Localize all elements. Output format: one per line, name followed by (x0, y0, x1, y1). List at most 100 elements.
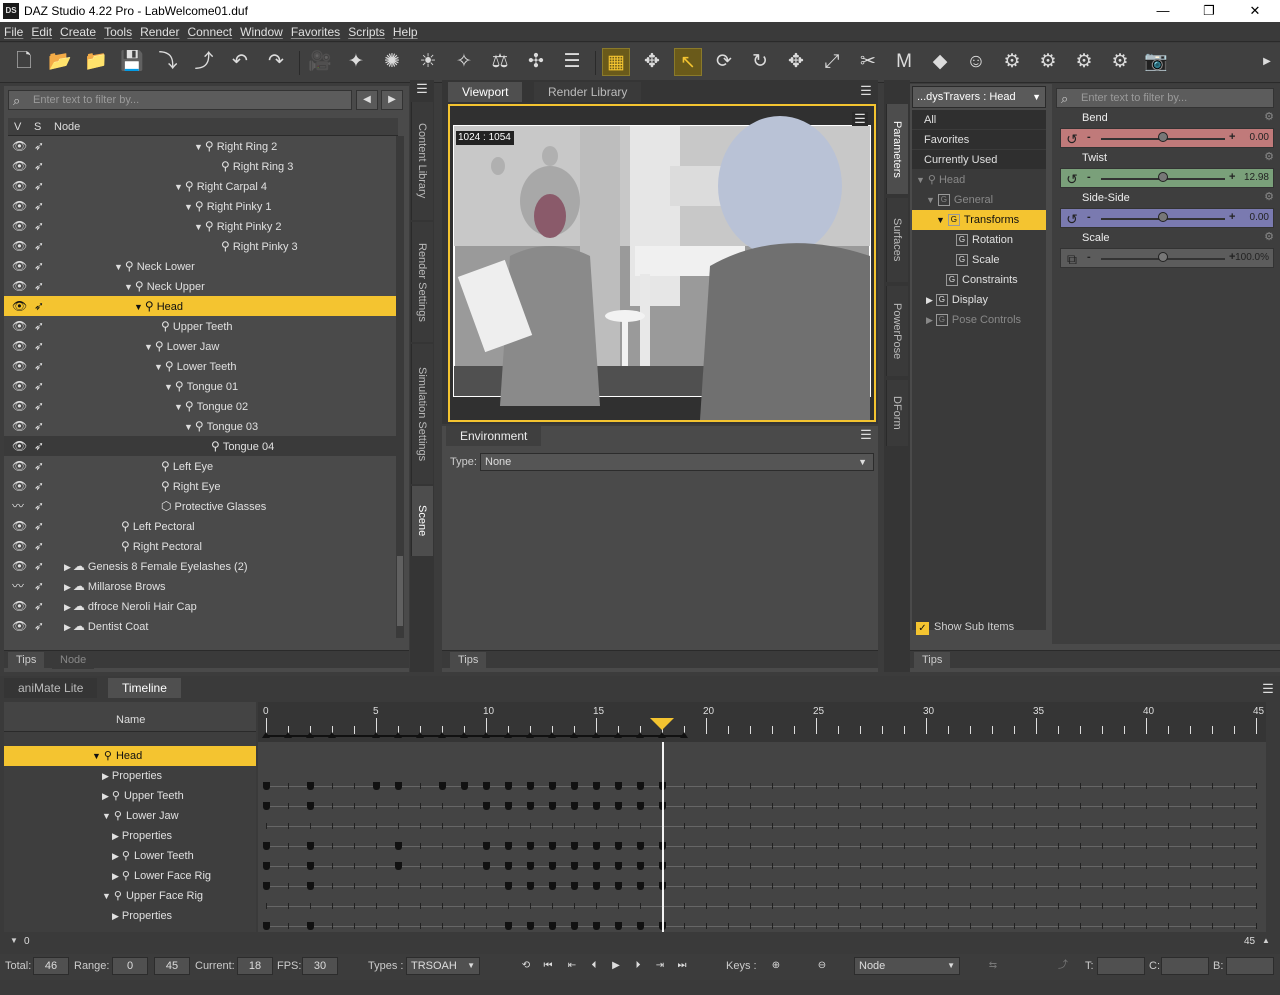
distant-light-icon[interactable]: ☀ (414, 48, 442, 76)
current-frame-input[interactable]: 18 (237, 957, 273, 975)
visibility-eye-icon[interactable]: 👁 (12, 556, 27, 576)
gear-icon[interactable]: ⚙ (1264, 230, 1274, 243)
summary-keyframe-marker[interactable] (284, 732, 292, 738)
keyframe-marker[interactable] (593, 802, 600, 810)
expand-down-icon[interactable]: ▼ (174, 182, 183, 192)
keyframe-marker[interactable] (395, 862, 402, 870)
scale-slider[interactable]: Scale ⚙ ⧉ - +100.0% (1058, 230, 1274, 270)
go-to-start-icon[interactable]: ⏮ (538, 957, 558, 975)
keyframe-marker[interactable] (637, 782, 644, 790)
summary-keyframe-marker[interactable] (680, 732, 688, 738)
undo-icon[interactable]: ↶ (226, 48, 254, 76)
tab-dform[interactable]: DForm (886, 380, 908, 446)
keyframe-marker[interactable] (307, 802, 314, 810)
create-camera-icon[interactable]: 🎥 (306, 48, 334, 76)
menu-favorites[interactable]: Favorites (287, 22, 344, 42)
filter-next-button[interactable]: ▶ (381, 90, 403, 110)
fps-input[interactable]: 30 (302, 957, 338, 975)
expand-down-icon[interactable]: ▼ (134, 302, 143, 312)
scale-icon[interactable]: ⤢ (818, 48, 846, 76)
export-icon[interactable]: ⤴ (190, 48, 218, 76)
expand-right-icon[interactable]: ▶ (64, 602, 71, 612)
gear-icon[interactable]: ⚙ (1264, 190, 1274, 203)
decrement-icon[interactable]: - (1087, 131, 1091, 143)
keyframe-marker[interactable] (263, 842, 270, 850)
types-dropdown[interactable]: TRSOAH ▼ (406, 957, 480, 975)
visibility-eye-icon[interactable]: 👁 (12, 396, 27, 416)
property-group-item[interactable]: G Scale (912, 250, 1046, 270)
expand-down-icon[interactable]: ▼ (174, 402, 183, 412)
figure-tool-icon[interactable]: ☺ (962, 48, 990, 76)
selectable-cursor-icon[interactable]: ➶ (34, 396, 44, 416)
summary-keyframe-marker[interactable] (416, 732, 424, 738)
keyframe-marker[interactable] (505, 882, 512, 890)
timeline-ruler[interactable]: 0 5 10 15 20 25 30 35 40 45 (258, 702, 1266, 742)
scene-node-row[interactable]: 👁 ➶ ▼ ⚲ Tongue 03 (4, 416, 396, 436)
expand-down-icon[interactable]: ▼ (926, 195, 935, 205)
visibility-eye-icon[interactable]: 👁 (12, 216, 27, 236)
scene-node-row[interactable]: 👁 ➶ ▼ ⚲ Right Pinky 1 (4, 196, 396, 216)
keyframe-marker[interactable] (571, 802, 578, 810)
twist-slider[interactable]: Twist ⚙ ↺ - +12.98 (1058, 150, 1274, 190)
selectable-cursor-icon[interactable]: ➶ (34, 256, 44, 276)
visibility-eye-icon[interactable]: 👁 (12, 356, 27, 376)
linear-light-icon[interactable]: ✧ (450, 48, 478, 76)
parameters-filter-input[interactable]: ⌕ Enter text to filter by... (1056, 88, 1274, 108)
expand-right-icon[interactable]: ▶ (926, 315, 933, 325)
expand-down-icon[interactable]: ▼ (102, 811, 111, 821)
selectable-cursor-icon[interactable]: ➶ (34, 556, 44, 576)
decrement-icon[interactable]: - (1087, 211, 1091, 223)
render-bake-icon[interactable]: ⚙ (1070, 48, 1098, 76)
increment-icon[interactable]: + (1229, 131, 1235, 143)
menu-edit[interactable]: Edit (27, 22, 56, 42)
property-group-item[interactable]: ▶ G Display (912, 290, 1046, 310)
visibility-eye-icon[interactable]: 👁 (12, 416, 27, 436)
selectable-cursor-icon[interactable]: ➶ (34, 236, 44, 256)
play-icon[interactable]: ▶ (606, 957, 626, 975)
scene-node-row[interactable]: 👁 ➶ ⚲ Left Eye (4, 456, 396, 476)
timeline-keyframe-area[interactable] (258, 742, 1266, 932)
summary-keyframe-marker[interactable] (372, 732, 380, 738)
scene-node-row[interactable]: 〰 ➶ ⬡ Protective Glasses (4, 496, 396, 516)
scene-node-row[interactable]: 👁 ➶ ▼ ⚲ Right Pinky 2 (4, 216, 396, 236)
selectable-cursor-icon[interactable]: ➶ (34, 216, 44, 236)
scene-node-row[interactable]: 👁 ➶ ▶ ☁ dfroce Neroli Hair Cap (4, 596, 396, 616)
selectable-cursor-icon[interactable]: ➶ (34, 536, 44, 556)
scroll-right-icon[interactable]: ▲ (1262, 936, 1270, 945)
universal-tool-icon[interactable]: ✥ (638, 48, 666, 76)
visibility-eye-icon[interactable]: 👁 (12, 196, 27, 216)
scene-node-row[interactable]: 👁 ➶ ▶ ☁ Dentist Coat (4, 616, 396, 636)
property-group-item[interactable]: Favorites (912, 130, 1046, 150)
import-icon[interactable]: ⤵ (154, 48, 182, 76)
node-selector-dropdown[interactable]: ...dysTravers : Head ▼ (912, 86, 1046, 108)
summary-keyframe-marker[interactable] (306, 732, 314, 738)
property-group-item[interactable]: All (912, 110, 1046, 130)
rotate-mode-icon[interactable]: ↺ (1063, 210, 1081, 228)
property-group-item[interactable]: ▼ G General (912, 190, 1046, 210)
keyframe-marker[interactable] (549, 882, 556, 890)
summary-keyframe-marker[interactable] (482, 732, 490, 738)
timeline-menu-icon[interactable]: ☰ (1260, 682, 1276, 696)
keyframe-marker[interactable] (483, 842, 490, 850)
keyframe-marker[interactable] (615, 882, 622, 890)
summary-keyframe-marker[interactable] (592, 732, 600, 738)
side-side-value[interactable]: 0.00 (1250, 212, 1269, 223)
visibility-eye-icon[interactable]: 👁 (12, 336, 27, 356)
summary-keyframe-marker[interactable] (636, 732, 644, 738)
visibility-eye-icon[interactable]: 〰 (12, 496, 24, 516)
scene-scrollbar-thumb[interactable] (397, 556, 403, 626)
keyframe-marker[interactable] (549, 862, 556, 870)
rotate-mode-icon[interactable]: ↺ (1063, 130, 1081, 148)
keyframe-marker[interactable] (505, 782, 512, 790)
tab-powerpose[interactable]: PowerPose (886, 286, 908, 376)
scene-node-row[interactable]: 👁 ➶ ⚲ Left Pectoral (4, 516, 396, 536)
redo-icon[interactable]: ↷ (262, 48, 290, 76)
tab-viewport[interactable]: Viewport (448, 82, 523, 102)
keyframe-marker[interactable] (263, 862, 270, 870)
visibility-eye-icon[interactable]: 👁 (12, 236, 27, 256)
visibility-eye-icon[interactable]: 👁 (12, 616, 27, 636)
slider-knob[interactable] (1158, 132, 1168, 142)
range-start-input[interactable]: 0 (112, 957, 148, 975)
twist-value[interactable]: 12.98 (1244, 172, 1269, 183)
visibility-eye-icon[interactable]: 👁 (12, 176, 27, 196)
